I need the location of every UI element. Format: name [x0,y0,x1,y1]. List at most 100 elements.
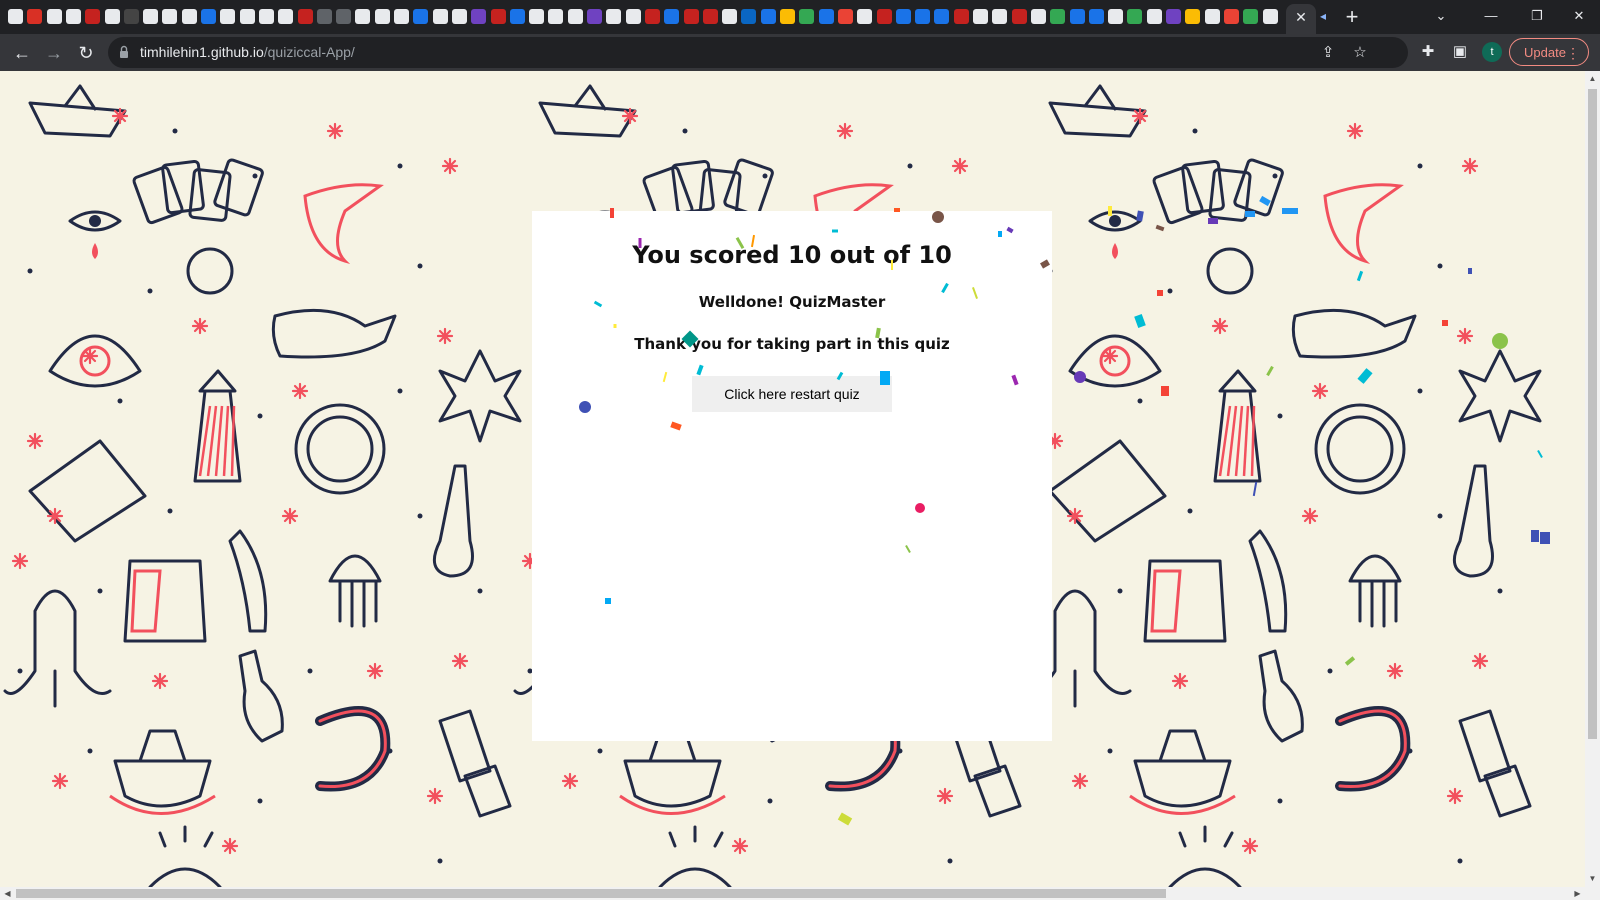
pinned-tab-favicon-icon[interactable] [278,9,294,24]
pinned-tab-favicon-icon[interactable] [413,9,429,24]
pinned-tab-favicon-icon[interactable] [297,9,313,24]
pinned-tab-favicon-icon[interactable] [625,9,641,24]
pinned-tab-favicon-icon[interactable] [316,9,332,24]
pinned-tab-favicon-icon[interactable] [818,9,834,24]
new-tab-button[interactable]: + [1340,5,1364,29]
pinned-tab-favicon-icon[interactable] [760,9,776,24]
thanks-text: Thank you for taking part in this quiz [634,335,950,353]
pinned-tab-favicon-icon[interactable] [1185,9,1201,24]
pinned-tab-favicon-icon[interactable] [857,9,873,24]
pinned-tab-favicon-icon[interactable] [837,9,853,24]
bookmark-star-icon[interactable]: ☆ [1348,41,1372,65]
pinned-tab-favicon-icon[interactable] [780,9,795,24]
pinned-tab-favicon-icon[interactable] [934,9,950,24]
profile-avatar[interactable]: t [1482,42,1502,62]
pinned-tab-favicon-icon[interactable] [336,9,352,24]
pinned-tab-favicon-icon[interactable] [664,9,680,24]
pinned-tab-favicon-icon[interactable] [1011,9,1027,24]
pinned-tab-favicon-icon[interactable] [548,9,564,24]
pinned-tab-favicon-icon[interactable] [683,9,699,24]
pinned-tab-favicon-icon[interactable] [1050,9,1066,24]
restore-button[interactable]: ❐ [1514,0,1560,34]
pinned-tab-favicon-icon[interactable] [451,9,467,24]
pinned-tab-favicon-icon[interactable] [799,9,815,24]
pinned-tab-favicon-icon[interactable] [46,9,62,24]
pinned-tab-favicon-icon[interactable] [1088,9,1104,24]
pinned-tab-favicon-icon[interactable] [123,9,139,24]
pinned-tab-favicon-icon[interactable] [1166,9,1181,24]
lock-icon[interactable] [119,45,129,59]
pinned-tab-favicon-icon[interactable] [644,9,660,24]
pinned-tab-favicon-icon[interactable] [258,9,274,24]
pinned-tab-favicon-icon[interactable] [1146,9,1162,24]
pinned-tab-favicon-icon[interactable] [973,9,988,24]
horizontal-scroll-thumb[interactable] [16,889,1166,898]
back-button[interactable]: ← [8,39,36,67]
lighthouse-stripe-icon [1242,405,1250,477]
pinned-tab-favicon-icon[interactable] [587,9,602,24]
pinned-tab-favicon-icon[interactable] [432,9,448,24]
pinned-tab-favicon-icon[interactable] [143,9,159,24]
vertical-scroll-thumb[interactable] [1588,89,1597,739]
minimize-button[interactable]: — [1468,0,1514,34]
pattern-dot-icon [1117,588,1123,594]
pinned-tab-favicon-icon[interactable] [529,9,545,24]
restart-quiz-button[interactable]: Click here restart quiz [692,376,892,412]
address-bar[interactable]: timhilehin1.github.io/quiziccal-App/ ⇪ ☆ [108,37,1408,68]
pinned-tab-favicon-icon[interactable] [741,9,757,24]
pinned-tab-favicon-icon[interactable] [239,9,255,24]
scroll-left-arrow-icon[interactable]: ◀ [0,887,15,900]
pinned-tab-favicon-icon[interactable] [915,9,931,24]
pinned-tab-favicon-icon[interactable] [27,9,43,24]
pinned-tab-favicon-icon[interactable] [471,9,487,24]
pinned-tab-favicon-icon[interactable] [162,9,178,24]
pinned-tab-favicon-icon[interactable] [702,9,718,24]
close-tab-icon[interactable]: ✕ [1292,8,1310,26]
pinned-tab-favicon-icon[interactable] [1069,9,1085,24]
pinned-tab-favicon-icon[interactable] [1223,9,1239,24]
pinned-tab-favicon-icon[interactable] [355,9,371,24]
pinned-tab-favicon-icon[interactable] [606,9,622,24]
pinned-tab-favicon-icon[interactable] [992,9,1008,24]
share-icon[interactable]: ⇪ [1316,41,1340,65]
pinned-tab-favicon-icon[interactable] [895,9,911,24]
pinned-tab-favicon-icon[interactable] [1030,9,1046,24]
side-panel-icon[interactable]: ▣ [1446,38,1474,66]
pinned-tab-favicon-icon[interactable] [876,9,892,24]
more-menu-icon[interactable]: ⋮ [1566,39,1580,67]
update-button[interactable]: Update ⋮ [1509,38,1589,66]
extensions-icon[interactable]: ✚ [1414,38,1442,66]
scroll-right-arrow-icon[interactable]: ▶ [1570,887,1585,900]
treasure-map-icon [28,439,147,543]
pinned-tab-favicon-icon[interactable] [65,9,81,24]
treasure-map-icon [1048,439,1167,543]
pinned-tab-favicon-icon[interactable] [722,9,738,24]
tab-search-icon[interactable]: ⌄ [1418,0,1464,34]
pinned-tab-favicon-icon[interactable] [1108,9,1124,24]
scroll-up-arrow-icon[interactable]: ▲ [1585,71,1600,86]
pinned-tab-favicon-icon[interactable] [104,9,120,24]
reload-button[interactable]: ↻ [72,39,100,67]
pinned-tab-favicon-icon[interactable] [394,9,409,24]
pinned-tab-favicon-icon[interactable] [490,9,506,24]
forward-button[interactable]: → [40,39,68,67]
horizontal-scrollbar[interactable]: ◀ ▶ [0,887,1600,900]
tab-favicon-icon[interactable]: ◂ [1320,9,1332,24]
pinned-tab-favicon-icon[interactable] [1243,9,1259,24]
pinned-tab-favicon-icon[interactable] [1262,9,1278,24]
pinned-tab-favicon-icon[interactable] [953,9,969,24]
pinned-tab-favicon-icon[interactable] [374,9,390,24]
pinned-tab-favicon-icon[interactable] [201,9,216,24]
pinned-tab-favicon-icon[interactable] [1127,9,1143,24]
pinned-tab-favicon-icon[interactable] [85,9,101,24]
pinned-tab-favicon-icon[interactable] [1204,9,1220,24]
close-window-button[interactable]: ✕ [1556,0,1600,34]
pinned-tab-favicon-icon[interactable] [567,9,583,24]
vertical-scrollbar[interactable]: ▲ ▼ [1585,71,1600,887]
pinned-tab-favicon-icon[interactable] [509,9,525,24]
pinned-tab-favicon-icon[interactable] [8,9,23,24]
pinned-tab-favicon-icon[interactable] [181,9,197,24]
pinned-tab-favicon-icon[interactable] [220,9,236,24]
url-text[interactable]: timhilehin1.github.io/quiziccal-App/ [140,37,355,68]
scroll-down-arrow-icon[interactable]: ▼ [1585,871,1600,886]
